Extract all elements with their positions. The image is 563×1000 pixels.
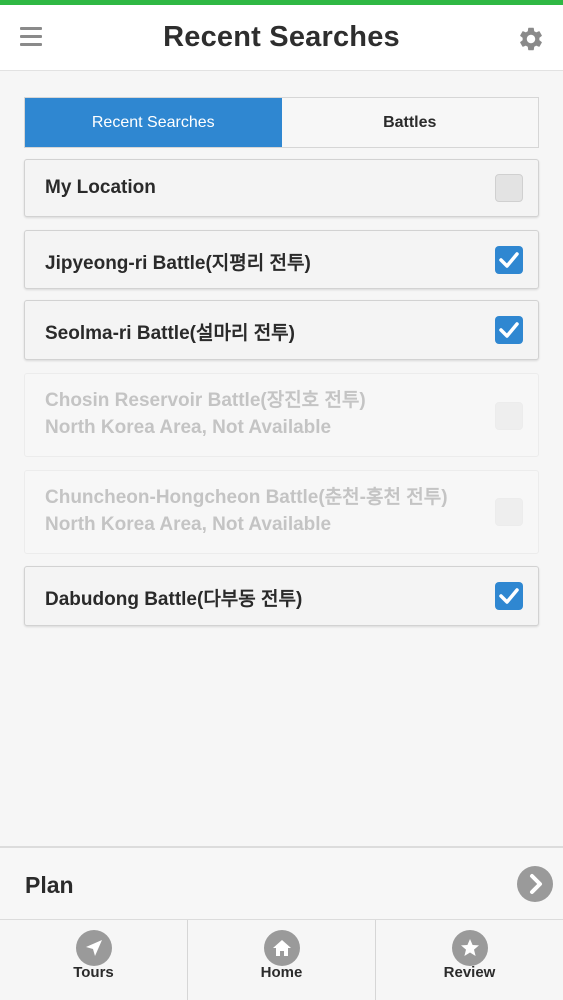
nav-tours[interactable]: Tours — [0, 920, 188, 1000]
nav-home[interactable]: Home — [188, 920, 376, 1000]
list-item-label: Jipyeong-ri Battle(지평리 전투) — [45, 253, 311, 274]
checkbox-jipyeong-ri[interactable] — [495, 246, 523, 274]
home-icon — [263, 930, 300, 966]
nav-home-label: Home — [260, 964, 303, 981]
plan-label: Plan — [25, 872, 74, 898]
list-item-label: Chosin Reservoir Battle(장진호 전투) North Ko… — [45, 390, 366, 438]
page-title: Recent Searches — [163, 21, 400, 53]
list-item-chosin-reservoir: Chosin Reservoir Battle(장진호 전투) North Ko… — [24, 373, 539, 457]
tab-battles[interactable]: Battles — [281, 98, 538, 147]
list-item-label: Seolma-ri Battle(설마리 전투) — [45, 323, 295, 344]
app-header: Recent Searches — [0, 5, 563, 71]
tab-recent-searches[interactable]: Recent Searches — [25, 98, 282, 147]
checkbox-chosin-reservoir — [495, 402, 523, 430]
navigation-arrow-icon — [75, 930, 112, 966]
list-item-label: My Location — [45, 177, 156, 198]
list-item-dabudong[interactable]: Dabudong Battle(다부동 전투) — [24, 566, 539, 626]
nav-review[interactable]: Review — [376, 920, 563, 1000]
checkmark-icon — [499, 252, 519, 268]
list-item-jipyeong-ri[interactable]: Jipyeong-ri Battle(지평리 전투) — [24, 230, 539, 289]
checkbox-dabudong[interactable] — [495, 582, 523, 610]
list-item-my-location[interactable]: My Location — [24, 159, 539, 217]
chevron-right-icon[interactable] — [517, 866, 553, 902]
plan-bar[interactable]: Plan — [0, 846, 563, 920]
gear-icon[interactable] — [517, 25, 545, 53]
tab-bar: Recent Searches Battles — [24, 97, 539, 148]
checkmark-icon — [499, 588, 519, 604]
checkbox-my-location[interactable] — [495, 174, 523, 202]
list-item-label: Dabudong Battle(다부동 전투) — [45, 589, 303, 610]
bottom-navigation: Tours Home Review — [0, 920, 563, 1000]
list-item-chuncheon-hongcheon: Chuncheon-Hongcheon Battle(춘천-홍천 전투) Nor… — [24, 470, 539, 554]
list-item-label: Chuncheon-Hongcheon Battle(춘천-홍천 전투) Nor… — [45, 487, 448, 535]
nav-tours-label: Tours — [73, 964, 114, 981]
nav-review-label: Review — [443, 964, 496, 981]
checkmark-icon — [499, 322, 519, 338]
star-icon — [451, 930, 488, 966]
list-item-seolma-ri[interactable]: Seolma-ri Battle(설마리 전투) — [24, 300, 539, 360]
checkbox-seolma-ri[interactable] — [495, 316, 523, 344]
checkbox-chuncheon-hongcheon — [495, 498, 523, 526]
